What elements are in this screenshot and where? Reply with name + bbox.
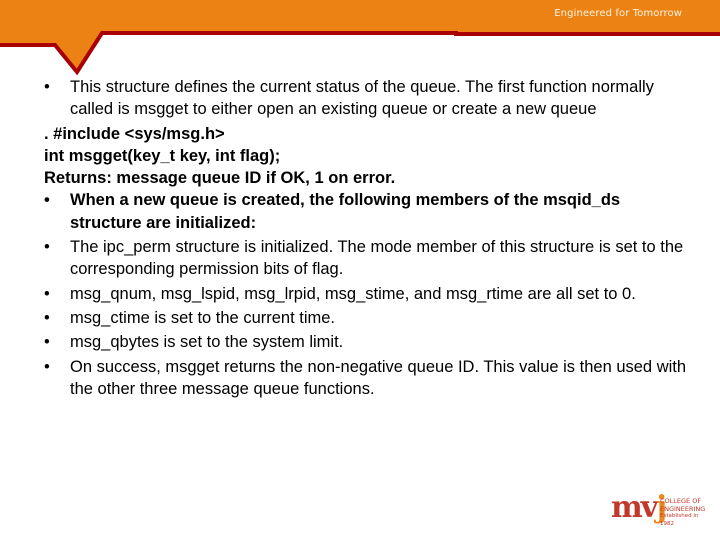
bullet-text: This structure defines the current statu… (70, 78, 654, 119)
bullet-item: • This structure defines the current sta… (44, 76, 694, 121)
bullet-icon: • (44, 308, 50, 327)
bullet-text: The ipc_perm structure is initialized. T… (70, 238, 684, 279)
logo-mark-mv: mv (611, 490, 658, 525)
bullet-text: msg_ctime is set to the current time. (70, 308, 336, 327)
slide-header: Engineered for Tomorrow (0, 0, 720, 80)
bullet-item: • The ipc_perm structure is initialized.… (44, 236, 694, 281)
bullet-text: On success, msgget returns the non-negat… (70, 357, 687, 398)
bullet-icon: • (44, 357, 50, 376)
bullet-icon: • (44, 191, 50, 210)
bullet-text: When a new queue is created, the followi… (70, 191, 621, 232)
bullet-text: msg_qnum, msg_lspid, msg_lrpid, msg_stim… (70, 284, 636, 303)
code-signature-line: int msgget(key_t key, int flag); (44, 146, 281, 165)
bullet-item: • msg_qbytes is set to the system limit. (44, 331, 694, 353)
bullet-text: msg_qbytes is set to the system limit. (70, 333, 344, 352)
bullet-item: • msg_qnum, msg_lspid, msg_lrpid, msg_st… (44, 283, 694, 305)
header-tagline: Engineered for Tomorrow (554, 8, 682, 19)
code-include-line: . #include <sys/msg.h> (44, 124, 225, 143)
bullet-item: • When a new queue is created, the follo… (44, 189, 694, 234)
college-logo: mvj COLLEGE OF ENGINEERING Established i… (611, 490, 711, 532)
logo-mark: mvj (611, 490, 667, 525)
logo-line-engineering: ENGINEERING (660, 504, 706, 513)
returns-line: Returns: message queue ID if OK, 1 on er… (44, 169, 396, 188)
bullet-icon: • (44, 284, 50, 303)
slide-body: • This structure defines the current sta… (44, 76, 694, 400)
bullet-item: • msg_ctime is set to the current time. (44, 307, 694, 329)
bullet-item: • On success, msgget returns the non-neg… (44, 356, 694, 401)
bullet-icon: • (44, 78, 50, 96)
bullet-icon: • (44, 238, 50, 257)
logo-line-established: Established in 1982 (660, 513, 699, 527)
logo-text: COLLEGE OF ENGINEERING Established in 19… (660, 497, 711, 528)
bullet-icon: • (44, 333, 50, 352)
